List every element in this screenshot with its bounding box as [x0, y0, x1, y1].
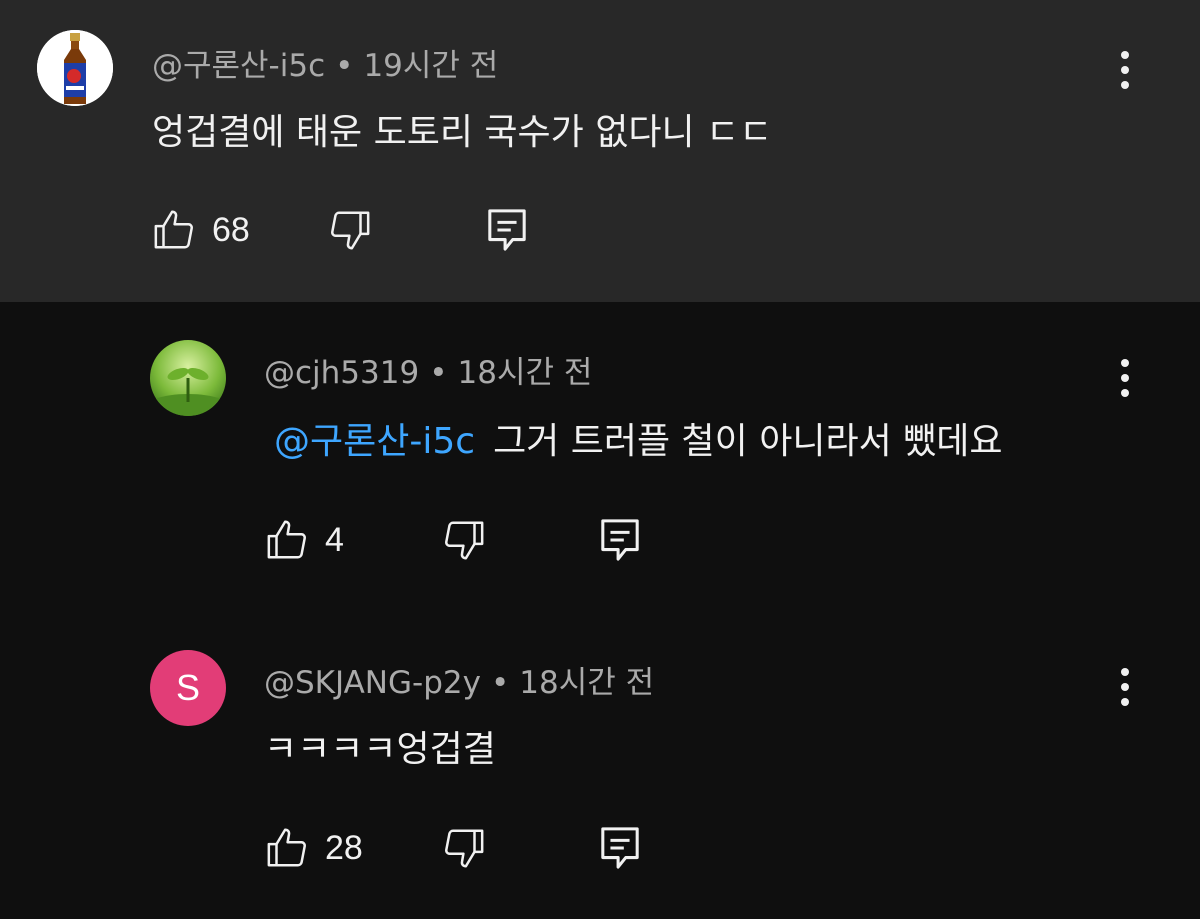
comment-text: ㅋㅋㅋㅋ엉겁결	[264, 729, 496, 770]
meta-separator: •	[490, 665, 510, 701]
comment-reply: S @SKJANG-p2y • 18시간 전 ㅋㅋㅋㅋ엉겁결 28	[0, 607, 1200, 919]
author-avatar[interactable]	[150, 340, 226, 416]
reply-icon	[601, 519, 639, 561]
reply-button[interactable]	[599, 517, 641, 563]
comment-text: @구론산-i5c 그거 트러플 철이 아니라서 뺐데요	[274, 412, 1003, 464]
sprout-icon	[150, 340, 226, 416]
like-count: 28	[325, 828, 363, 867]
thumbs-up-icon	[154, 210, 193, 249]
author-avatar[interactable]: S	[150, 650, 226, 726]
like-button[interactable]: 68	[152, 207, 250, 253]
thumbs-up-icon	[267, 828, 306, 867]
like-button[interactable]: 4	[265, 517, 344, 563]
thumbs-down-icon	[331, 211, 370, 250]
author-name[interactable]: @cjh5319	[264, 355, 419, 391]
comment-body: 그거 트러플 철이 아니라서 뺐데요	[493, 421, 1003, 462]
dislike-button[interactable]	[440, 517, 486, 563]
tonic-bottle-icon	[37, 30, 113, 106]
more-options-icon[interactable]	[1105, 40, 1145, 100]
more-options-icon[interactable]	[1105, 657, 1145, 717]
more-options-icon[interactable]	[1105, 348, 1145, 408]
reply-button[interactable]	[599, 825, 641, 871]
comment-reply: @cjh5319 • 18시간 전 @구론산-i5c 그거 트러플 철이 아니라서 뺐…	[0, 302, 1200, 607]
like-count: 4	[325, 520, 344, 559]
author-avatar[interactable]	[37, 30, 113, 106]
dislike-button[interactable]	[440, 825, 486, 871]
comment-meta: @SKJANG-p2y • 18시간 전	[264, 657, 654, 702]
reply-icon	[601, 827, 639, 869]
avatar-letter: S	[175, 667, 200, 708]
comment-meta: @구론산-i5c • 19시간 전	[152, 40, 498, 85]
comments-thread: @구론산-i5c • 19시간 전 엉겁결에 태운 도토리 국수가 없다니 ㄷㄷ 6…	[0, 0, 1200, 919]
like-button[interactable]: 28	[265, 825, 363, 871]
reply-icon	[488, 209, 526, 251]
mention-link[interactable]: @구론산-i5c	[274, 421, 475, 462]
comment-time[interactable]: 19시간 전	[363, 48, 498, 84]
dislike-button[interactable]	[326, 207, 372, 253]
thumbs-down-icon	[445, 829, 484, 868]
like-count: 68	[212, 210, 250, 249]
meta-separator: •	[335, 48, 354, 84]
comment-time[interactable]: 18시간 전	[458, 355, 593, 391]
author-name[interactable]: @SKJANG-p2y	[264, 665, 481, 701]
author-name[interactable]: @구론산-i5c	[152, 48, 325, 84]
comment-text: 엉겁결에 태운 도토리 국수가 없다니 ㄷㄷ	[152, 112, 773, 153]
meta-separator: •	[429, 355, 448, 391]
comment-time[interactable]: 18시간 전	[519, 665, 654, 701]
thumbs-down-icon	[445, 521, 484, 560]
comment-meta: @cjh5319 • 18시간 전	[264, 347, 592, 392]
comment-top: @구론산-i5c • 19시간 전 엉겁결에 태운 도토리 국수가 없다니 ㄷㄷ 6…	[0, 0, 1200, 302]
reply-button[interactable]	[486, 207, 528, 253]
thumbs-up-icon	[267, 520, 306, 559]
